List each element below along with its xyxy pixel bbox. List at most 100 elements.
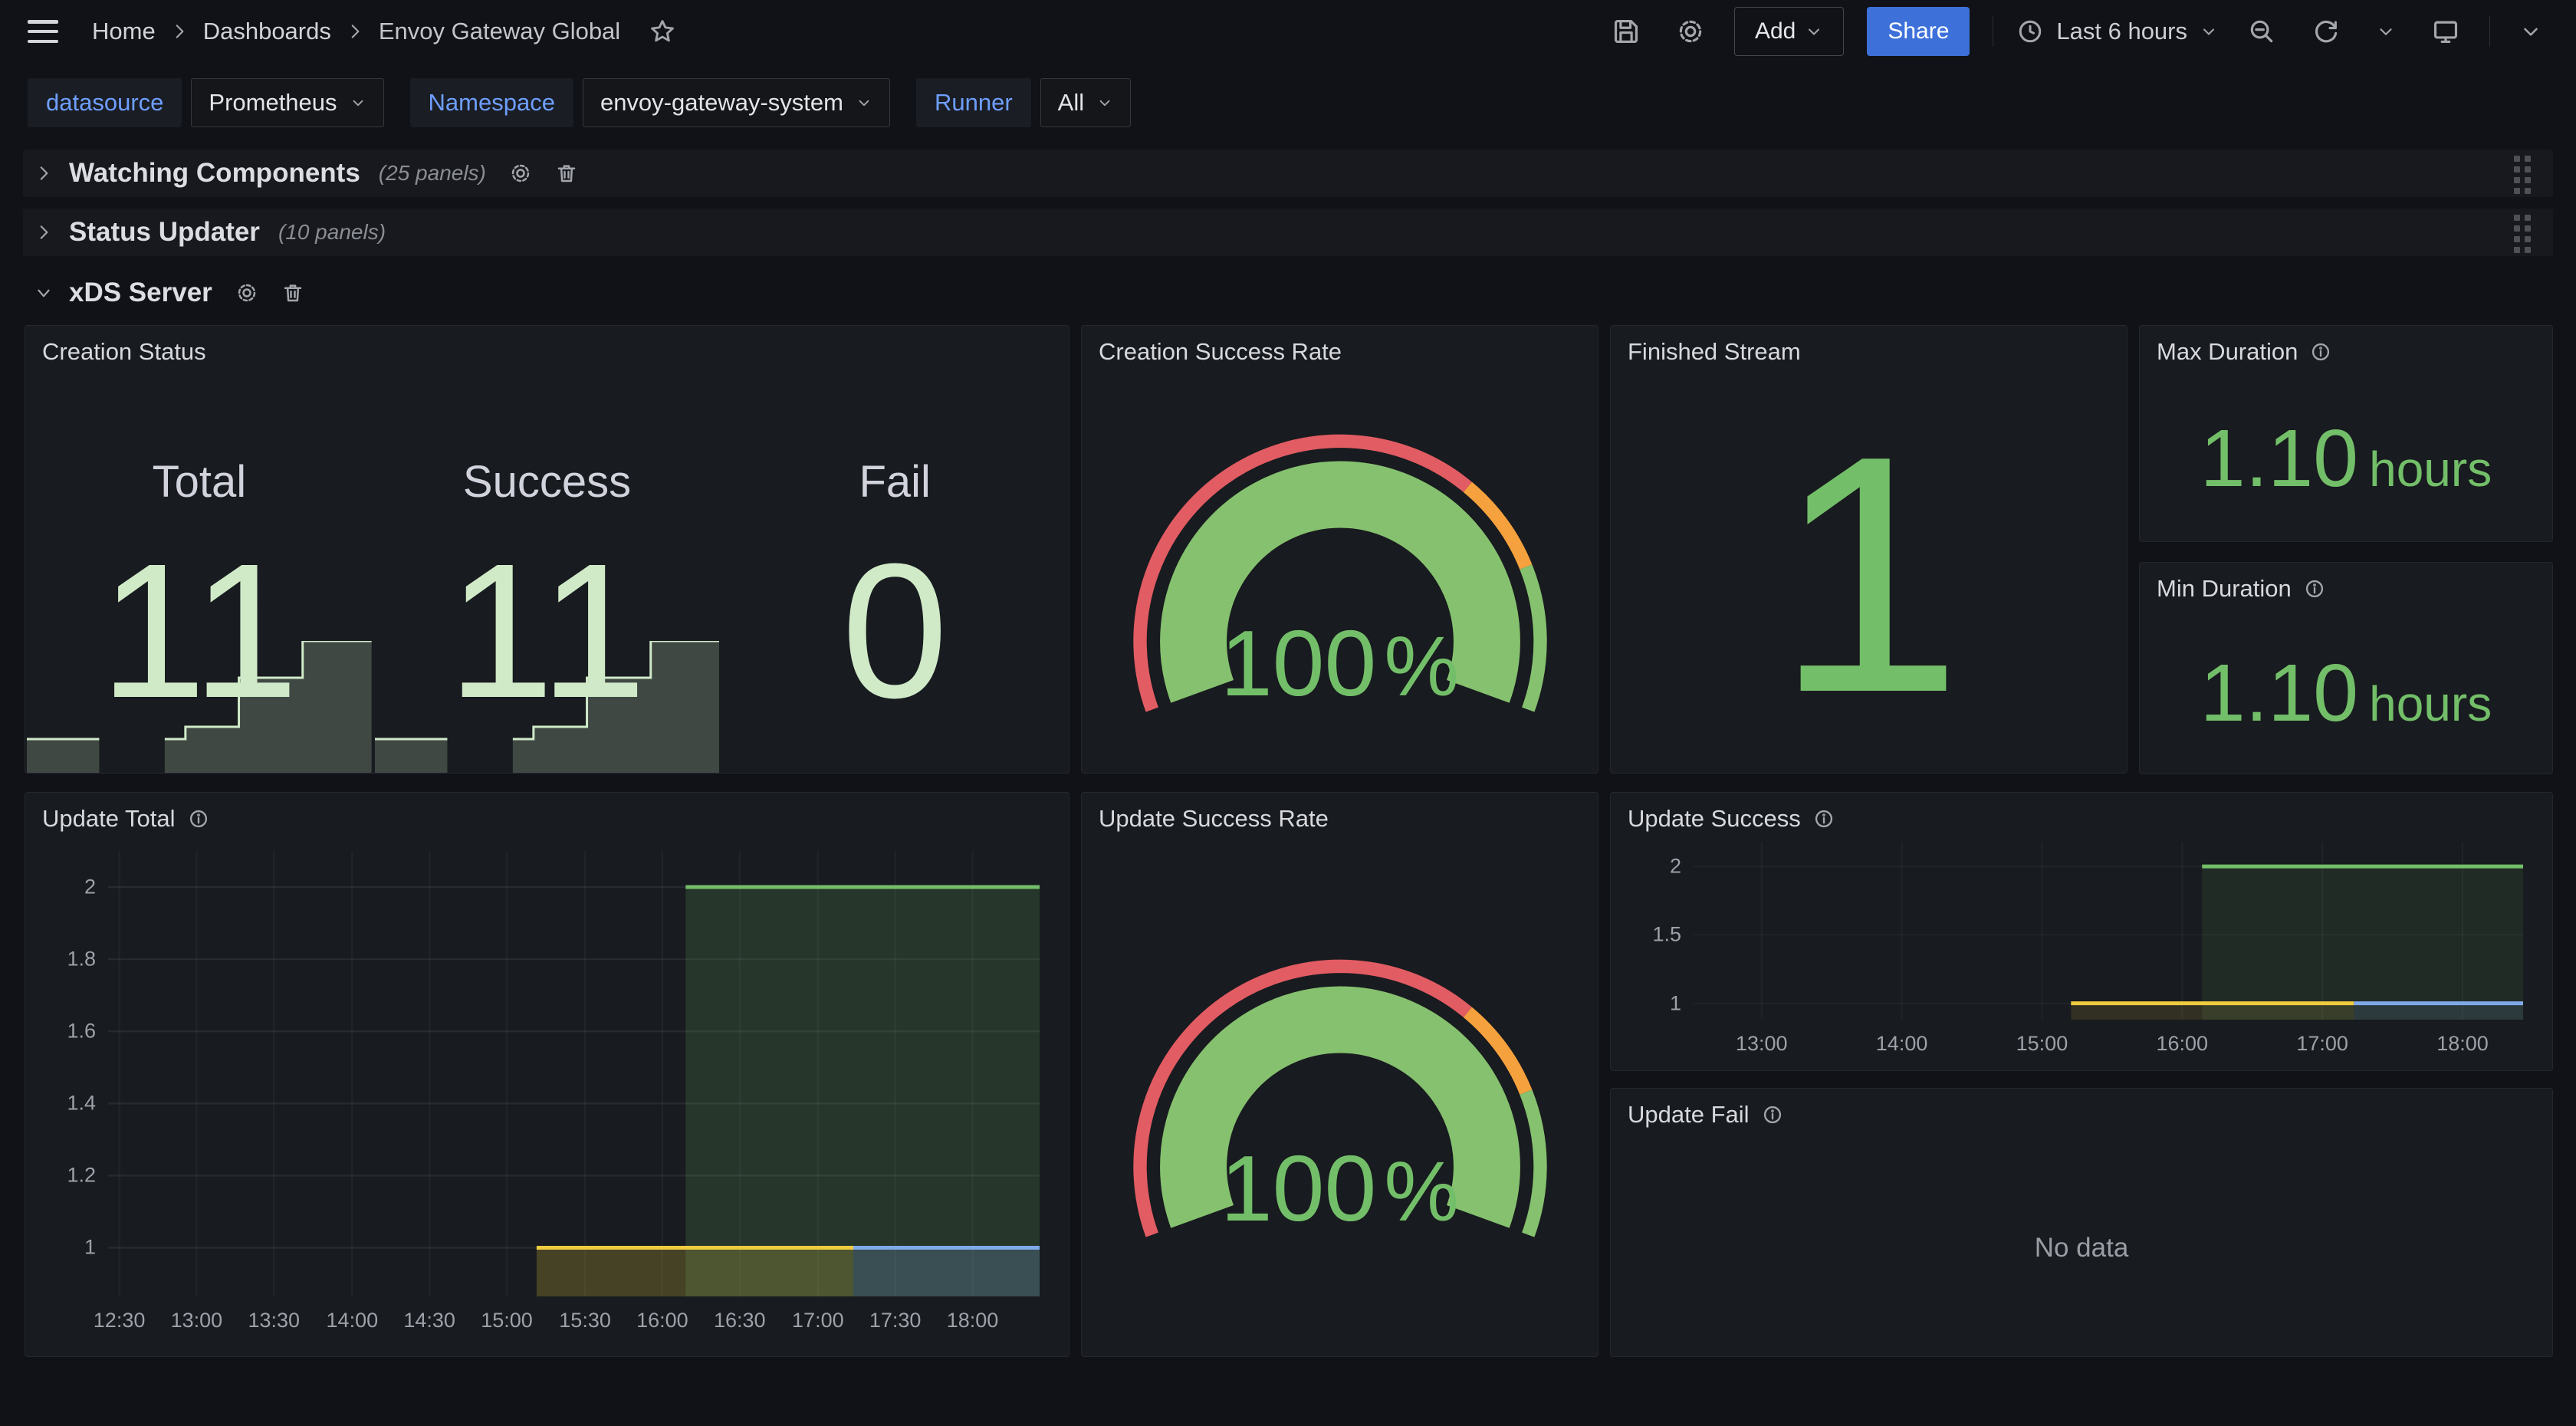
refresh-interval-chevron-icon[interactable] <box>2370 15 2402 48</box>
row-panel-count: (10 panels) <box>278 220 386 245</box>
chevron-right-icon <box>169 21 189 41</box>
kiosk-mode-icon[interactable] <box>2425 11 2466 52</box>
panel-update-success[interactable]: Update Success 11.5213:0014:0015:0016:00… <box>1610 792 2553 1071</box>
y-axis-tick-label: 2 <box>1628 855 1681 879</box>
top-nav-bar: Home Dashboards Envoy Gateway Global Add… <box>0 0 2576 63</box>
info-icon[interactable] <box>1813 808 1835 830</box>
sparkline-total <box>27 641 372 774</box>
y-axis-tick-label: 1.2 <box>42 1164 96 1188</box>
time-series-plot: 11.5213:0014:0015:0016:0017:0018:00 <box>1694 842 2523 1020</box>
stat-label: Total <box>25 456 373 508</box>
collapse-nav-chevron-icon[interactable] <box>2513 14 2548 49</box>
panel-creation-success-rate[interactable]: Creation Success Rate 100% <box>1081 325 1598 774</box>
zoom-out-icon[interactable] <box>2241 11 2282 52</box>
panel-title: Update Fail <box>1611 1089 2552 1136</box>
row-settings-gear-icon[interactable] <box>235 281 258 304</box>
nav-actions: Add Share Last 6 hours <box>1605 7 2548 56</box>
y-axis-tick-label: 2 <box>42 876 96 899</box>
panel-title: Update Success <box>1611 793 2552 840</box>
gauge-container: 100% <box>1082 373 1598 774</box>
chevron-down-icon <box>856 94 872 111</box>
add-button[interactable]: Add <box>1734 7 1844 56</box>
stat-value: 1.10 <box>2200 412 2358 505</box>
row-header-status-updater[interactable]: Status Updater (10 panels) <box>23 209 2553 256</box>
time-range-picker[interactable]: Last 6 hours <box>2016 18 2218 45</box>
x-axis-tick-label: 15:00 <box>481 1309 533 1332</box>
dashboard-settings-icon[interactable] <box>1670 11 1711 52</box>
row-title: xDS Server <box>69 278 212 308</box>
x-axis-tick-label: 16:30 <box>714 1309 766 1332</box>
chevron-right-icon <box>34 222 54 242</box>
variable-runner-label[interactable]: Runner <box>916 78 1031 127</box>
panel-title: Update Total <box>25 793 1069 840</box>
info-icon[interactable] <box>2310 341 2331 363</box>
panel-update-success-rate[interactable]: Update Success Rate 100% <box>1081 792 1598 1357</box>
y-axis-tick-label: 1.8 <box>42 948 96 971</box>
x-axis-tick-label: 17:00 <box>2296 1032 2348 1056</box>
sparkline-success <box>375 641 720 774</box>
row-drag-handle[interactable] <box>2509 209 2536 256</box>
no-data-message: No data <box>1611 1136 2552 1357</box>
x-axis-tick-label: 17:00 <box>792 1309 844 1332</box>
clock-icon <box>2016 18 2044 45</box>
variable-namespace-label[interactable]: Namespace <box>410 78 573 127</box>
save-dashboard-icon[interactable] <box>1605 11 1647 52</box>
stat-label: Fail <box>721 456 1069 508</box>
variable-datasource: datasource Prometheus <box>28 78 384 127</box>
menu-icon[interactable] <box>28 20 58 43</box>
panel-title: Max Duration <box>2140 326 2552 373</box>
row-delete-trash-icon[interactable] <box>555 162 578 185</box>
row-title: Watching Components <box>69 158 360 189</box>
stat-value: 1.10 <box>2200 647 2358 740</box>
x-axis-tick-label: 18:00 <box>2436 1032 2489 1056</box>
chevron-right-icon <box>345 21 365 41</box>
chevron-right-icon <box>34 163 54 183</box>
stat-unit: hours <box>2369 441 2492 498</box>
panel-title: Creation Success Rate <box>1082 326 1598 373</box>
row-header-watching-components[interactable]: Watching Components (25 panels) <box>23 150 2553 197</box>
panel-finished-stream[interactable]: Finished Stream 1 <box>1610 325 2128 774</box>
info-icon[interactable] <box>1762 1104 1783 1125</box>
row-title: Status Updater <box>69 217 260 248</box>
star-icon[interactable] <box>649 18 675 44</box>
share-button-label: Share <box>1888 18 1949 44</box>
row-settings-gear-icon[interactable] <box>509 162 532 185</box>
variable-datasource-label[interactable]: datasource <box>28 78 182 127</box>
panel-update-fail[interactable]: Update Fail No data <box>1610 1088 2553 1357</box>
row-delete-trash-icon[interactable] <box>281 281 304 304</box>
refresh-icon[interactable] <box>2305 11 2347 52</box>
info-icon[interactable] <box>2304 578 2325 600</box>
breadcrumb-dashboards[interactable]: Dashboards <box>203 18 331 45</box>
stat-total: Total 11 <box>25 373 373 774</box>
x-axis-tick-label: 15:00 <box>2016 1032 2068 1056</box>
variable-datasource-select[interactable]: Prometheus <box>191 78 383 127</box>
row-header-xds-server[interactable]: xDS Server <box>23 274 2553 311</box>
info-icon[interactable] <box>188 808 209 830</box>
share-button[interactable]: Share <box>1867 7 1970 56</box>
y-axis-tick-label: 1.4 <box>42 1092 96 1116</box>
breadcrumb-home[interactable]: Home <box>92 18 156 45</box>
breadcrumb: Home Dashboards Envoy Gateway Global <box>92 18 675 45</box>
panel-update-total[interactable]: Update Total 11.21.41.61.8212:3013:0013:… <box>25 792 1070 1357</box>
variable-namespace-select[interactable]: envoy-gateway-system <box>583 78 890 127</box>
max-duration-value-wrap: 1.10 hours <box>2140 373 2552 542</box>
chevron-down-icon <box>34 283 54 303</box>
panel-creation-status[interactable]: Creation Status Total 11 Success 11 Fail… <box>25 325 1070 774</box>
x-axis-tick-label: 15:30 <box>559 1309 611 1332</box>
variable-runner-select[interactable]: All <box>1040 78 1131 127</box>
variable-runner: Runner All <box>916 78 1131 127</box>
variable-namespace-value: envoy-gateway-system <box>600 89 843 117</box>
panel-title: Update Success Rate <box>1082 793 1598 840</box>
x-axis-tick-label: 13:30 <box>248 1309 300 1332</box>
x-axis-tick-label: 16:00 <box>636 1309 688 1332</box>
sparkline-fail <box>722 641 1067 774</box>
add-button-label: Add <box>1755 18 1796 44</box>
stat-value: 1 <box>1775 440 1963 710</box>
chevron-down-icon <box>350 94 366 111</box>
stat-unit: hours <box>2369 675 2492 732</box>
panel-max-duration[interactable]: Max Duration 1.10 hours <box>2139 325 2553 542</box>
x-axis-tick-label: 17:30 <box>869 1309 922 1332</box>
time-series-plot: 11.21.41.61.8212:3013:0013:3014:0014:301… <box>108 851 1040 1296</box>
panel-min-duration[interactable]: Min Duration 1.10 hours <box>2139 562 2553 774</box>
row-drag-handle[interactable] <box>2509 150 2536 197</box>
